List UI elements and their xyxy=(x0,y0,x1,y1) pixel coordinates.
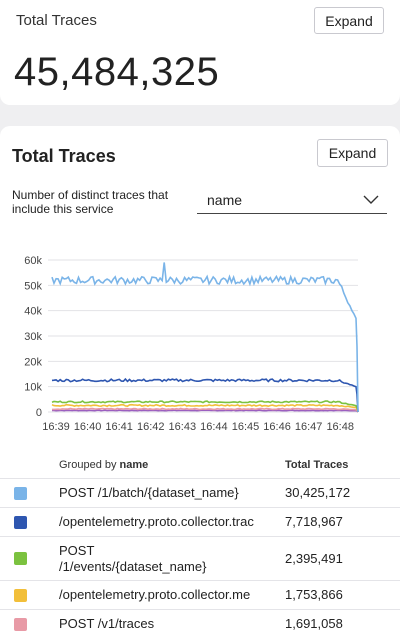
table-header: Grouped by name Total Traces xyxy=(0,452,400,478)
x-tick-label: 16:41 xyxy=(105,421,133,433)
x-tick-label: 16:42 xyxy=(137,421,165,433)
summary-title: Total Traces xyxy=(16,12,97,29)
series-color-swatch xyxy=(14,516,27,529)
row-count: 2,395,491 xyxy=(285,551,343,566)
table-row[interactable]: POST /1/events/{dataset_name} 2,395,491 xyxy=(0,536,400,580)
row-count: 1,753,866 xyxy=(285,587,343,602)
y-tick-label: 30k xyxy=(24,331,42,343)
x-tick-label: 16:48 xyxy=(326,421,354,433)
table-row[interactable]: /opentelemetry.proto.collector.me 1,753,… xyxy=(0,580,400,609)
total-traces-value: 45,484,325 xyxy=(14,50,220,94)
row-name: POST /1/events/{dataset_name} xyxy=(59,543,207,574)
x-tick-label: 16:43 xyxy=(169,421,197,433)
table-row[interactable]: /opentelemetry.proto.collector.trac 7,71… xyxy=(0,507,400,536)
panel-title: Total Traces xyxy=(12,146,116,166)
total-traces-header: Total Traces xyxy=(285,459,349,471)
y-tick-label: 50k xyxy=(24,280,42,292)
group-by-value: name xyxy=(207,192,243,208)
group-by-select[interactable]: name xyxy=(197,186,387,214)
series-color-swatch xyxy=(14,487,27,500)
y-tick-label: 0 xyxy=(36,407,42,419)
metric-description: Number of distinct traces that include t… xyxy=(12,188,169,216)
x-tick-label: 16:44 xyxy=(200,421,228,433)
grouped-by-header: Grouped by name xyxy=(59,459,149,471)
series-line[interactable] xyxy=(51,377,359,413)
total-traces-summary-card: Total Traces Expand 45,484,325 xyxy=(0,0,400,105)
x-tick-label: 16:39 xyxy=(42,421,70,433)
x-tick-label: 16:45 xyxy=(232,421,260,433)
y-tick-label: 10k xyxy=(24,382,42,394)
row-name: POST /v1/traces xyxy=(59,616,155,631)
row-name: POST /1/batch/{dataset_name} xyxy=(59,485,239,500)
row-name: /opentelemetry.proto.collector.trac xyxy=(59,514,254,529)
traces-line-chart[interactable]: 0 10k 20k 30k 40k 50k 60k 16:39 16:40 16:41 16:42… xyxy=(0,244,400,444)
chevron-down-icon xyxy=(363,195,379,204)
y-tick-label: 20k xyxy=(24,356,42,368)
x-tick-label: 16:40 xyxy=(74,421,102,433)
group-table: POST /1/batch/{dataset_name} 30,425,172 … xyxy=(0,478,400,638)
y-tick-label: 60k xyxy=(24,255,42,267)
x-tick-label: 16:47 xyxy=(295,421,323,433)
series-color-swatch xyxy=(14,589,27,602)
panel-expand-button[interactable]: Expand xyxy=(317,139,388,167)
x-tick-label: 16:46 xyxy=(263,421,291,433)
total-traces-chart-card: Total Traces Expand Number of distinct t… xyxy=(0,126,400,640)
series-color-swatch xyxy=(14,618,27,631)
row-name: /opentelemetry.proto.collector.me xyxy=(59,587,251,602)
table-row[interactable]: POST /1/batch/{dataset_name} 30,425,172 xyxy=(0,478,400,507)
row-count: 1,691,058 xyxy=(285,616,343,631)
summary-expand-button[interactable]: Expand xyxy=(314,7,384,34)
table-row[interactable]: POST /v1/traces 1,691,058 xyxy=(0,609,400,638)
row-count: 30,425,172 xyxy=(285,485,351,500)
row-count: 7,718,967 xyxy=(285,514,343,529)
y-tick-label: 40k xyxy=(24,306,42,318)
series-color-swatch xyxy=(14,552,27,565)
